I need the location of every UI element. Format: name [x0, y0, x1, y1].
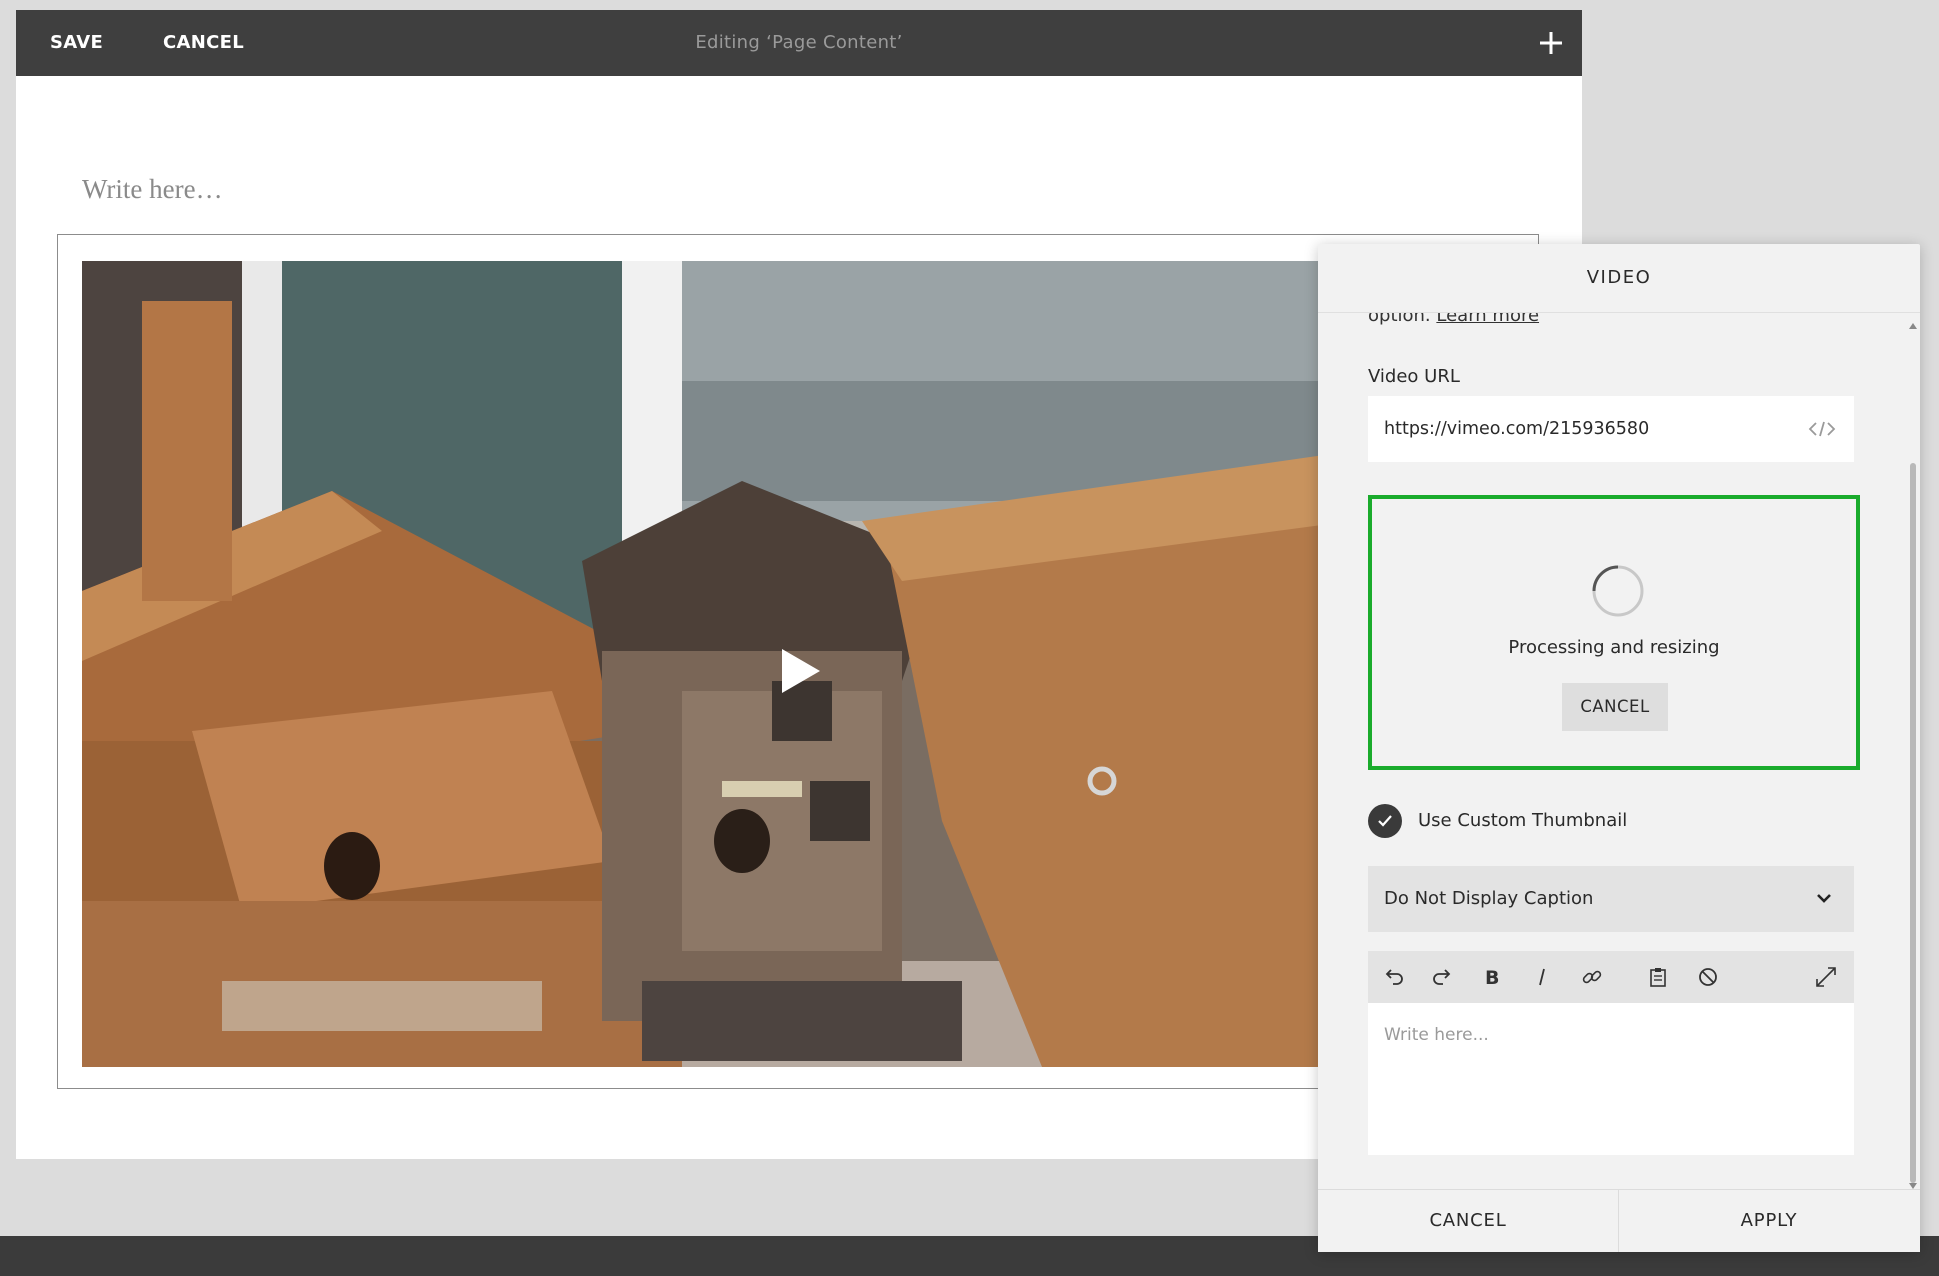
undo-icon[interactable] [1382, 965, 1406, 989]
processing-cancel-button[interactable]: CANCEL [1562, 683, 1668, 731]
caption-editor-toolbar: B [1368, 951, 1854, 1003]
redo-icon[interactable] [1430, 965, 1454, 989]
panel-footer: CANCEL APPLY [1318, 1189, 1920, 1252]
bold-icon[interactable]: B [1480, 965, 1504, 989]
link-icon[interactable] [1580, 965, 1604, 989]
panel-scrollbar[interactable] [1908, 323, 1918, 1189]
birdhouse-image [82, 261, 1352, 1067]
learn-more-link[interactable]: Learn more [1436, 313, 1539, 326]
svg-text:B: B [1485, 967, 1499, 989]
help-text: option. [1368, 313, 1431, 326]
video-url-value[interactable]: https://vimeo.com/215936580 [1384, 396, 1649, 462]
code-icon[interactable] [1808, 419, 1836, 439]
plus-icon[interactable] [1538, 30, 1564, 56]
panel-body: option. Learn more Video URL https://vim… [1318, 313, 1920, 1189]
custom-thumbnail-label: Use Custom Thumbnail [1418, 810, 1628, 831]
editing-title: Editing ‘Page Content’ [695, 32, 903, 53]
panel-cancel-button[interactable]: CANCEL [1318, 1190, 1619, 1252]
italic-icon[interactable] [1530, 965, 1554, 989]
truncated-help-text: option. Learn more [1368, 313, 1539, 326]
video-settings-panel: VIDEO option. Learn more Video URL https… [1318, 244, 1920, 1252]
video-url-label: Video URL [1368, 366, 1460, 387]
text-block-placeholder[interactable]: Write here… [82, 174, 223, 205]
loading-spinner-icon [1592, 565, 1644, 617]
caption-display-select[interactable]: Do Not Display Caption [1368, 866, 1854, 932]
scroll-up-arrow-icon[interactable] [1909, 323, 1917, 329]
caption-editor[interactable]: Write here... [1368, 1003, 1854, 1155]
play-icon[interactable] [778, 645, 824, 697]
checkmark-icon [1378, 815, 1392, 827]
video-thumbnail[interactable] [82, 261, 1352, 1067]
scroll-thumb[interactable] [1910, 463, 1916, 1183]
caption-editor-placeholder: Write here... [1384, 1025, 1489, 1045]
paste-icon[interactable] [1646, 965, 1670, 989]
expand-icon[interactable] [1814, 965, 1838, 989]
processing-status: Processing and resizing [1508, 637, 1720, 658]
panel-title: VIDEO [1318, 244, 1920, 313]
checkbox-checked[interactable] [1368, 804, 1402, 838]
video-url-input[interactable]: https://vimeo.com/215936580 [1368, 396, 1854, 462]
chevron-down-icon [1817, 894, 1831, 903]
processing-box: Processing and resizing CANCEL [1368, 495, 1860, 770]
editor-toolbar: SAVE CANCEL Editing ‘Page Content’ [16, 10, 1582, 76]
caption-select-value: Do Not Display Caption [1384, 888, 1594, 909]
clear-format-icon[interactable] [1696, 965, 1720, 989]
panel-apply-button[interactable]: APPLY [1619, 1190, 1919, 1252]
